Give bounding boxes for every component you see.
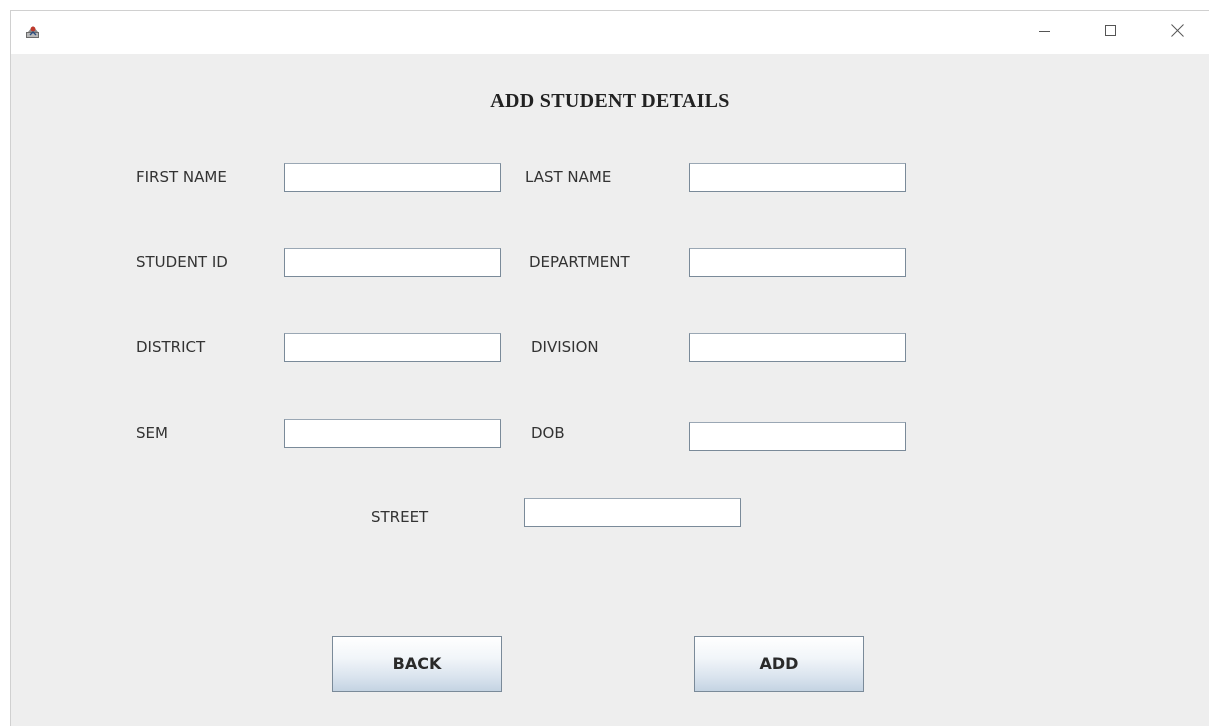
java-app-icon (25, 23, 41, 39)
close-icon (1170, 23, 1184, 42)
sem-label: SEM (136, 424, 168, 442)
student-id-field[interactable] (284, 248, 501, 277)
district-field[interactable] (284, 333, 501, 362)
first-name-field[interactable] (284, 163, 501, 192)
maximize-button[interactable] (1088, 11, 1134, 54)
division-label: DIVISION (531, 338, 599, 356)
app-window: ADD STUDENT DETAILS FIRST NAME LAST NAME… (10, 10, 1209, 726)
first-name-label: FIRST NAME (136, 168, 227, 186)
department-label: DEPARTMENT (529, 253, 630, 271)
form-title: ADD STUDENT DETAILS (490, 90, 730, 112)
last-name-label: LAST NAME (525, 168, 612, 186)
student-id-label: STUDENT ID (136, 253, 228, 271)
sem-field[interactable] (284, 419, 501, 448)
back-button[interactable]: BACK (332, 636, 502, 692)
minimize-icon (1039, 24, 1051, 42)
minimize-button[interactable] (1022, 11, 1068, 54)
district-label: DISTRICT (136, 338, 206, 356)
dob-label: DOB (531, 424, 565, 442)
title-bar[interactable] (11, 11, 1209, 54)
street-label: STREET (371, 508, 429, 526)
street-field[interactable] (524, 498, 741, 527)
maximize-icon (1105, 24, 1117, 42)
dob-field[interactable] (689, 422, 906, 451)
department-field[interactable] (689, 248, 906, 277)
division-field[interactable] (689, 333, 906, 362)
close-button[interactable] (1154, 11, 1200, 54)
add-button[interactable]: ADD (694, 636, 864, 692)
last-name-field[interactable] (689, 163, 906, 192)
